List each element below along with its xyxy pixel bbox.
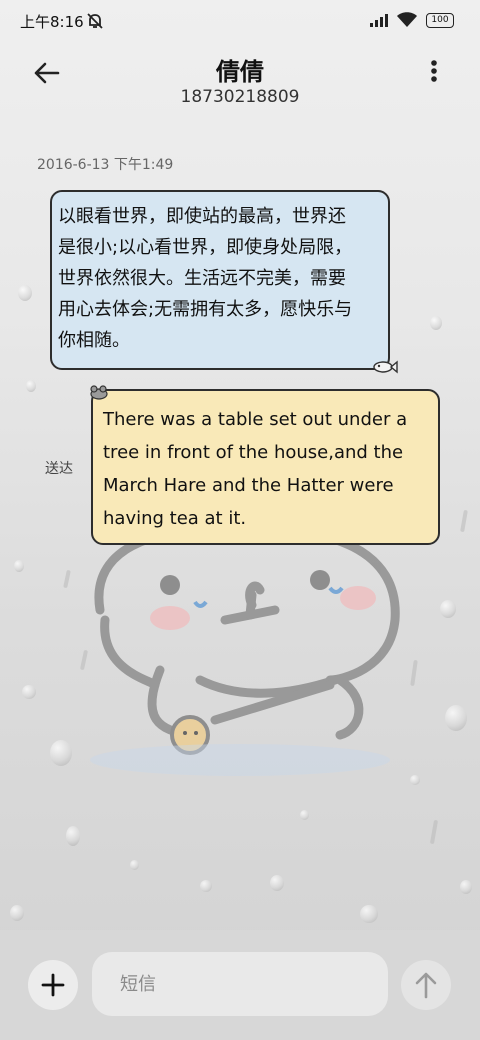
raindrop [440,600,456,618]
send-button[interactable] [401,960,451,1010]
battery-icon: 100 [426,13,454,28]
message-line: 用心去体会;无需拥有太多，愿快乐与 [58,299,353,320]
signal-icon [370,14,388,27]
fish-sticker-icon [373,360,398,374]
message-line: 以眼看世界，即使站的最高，世界还 [58,206,346,227]
message-line: March Hare and the Hatter were [103,475,394,496]
rain-streak [429,819,439,845]
raindrop [66,826,80,846]
contact-name: 倩倩 [216,58,264,86]
raindrop [300,810,309,820]
send-arrow-icon [415,972,437,999]
plus-icon [41,973,65,997]
message-timestamp: 2016-6-13 下午1:49 [37,157,174,173]
raindrop [270,875,284,891]
rain-streak [460,509,468,533]
more-vertical-icon[interactable] [420,56,448,86]
wifi-icon [397,12,417,27]
message-line: having tea at it. [103,508,247,529]
raindrop [430,316,442,330]
conversation-header: 倩倩 18730218809 [0,40,480,120]
status-time: 上午8:16 [20,13,84,31]
message-line: 你相随。 [58,330,130,351]
message-bubble-sent[interactable]: 以眼看世界，即使站的最高，世界还 是很小;以心看世界，即使身处局限， 世界依然很… [50,190,390,370]
message-line: 世界依然很大。生活远不完美，需要 [58,268,346,289]
raindrop [460,880,472,894]
message-composer [0,930,480,1040]
message-bubble-text[interactable]: There was a table set out under a tree i… [91,389,440,545]
raindrop [445,705,467,731]
raindrop [200,880,212,892]
raindrop [14,560,24,572]
message-line: tree in front of the house,and the [103,442,404,463]
mouse-sticker-icon [90,385,108,400]
delivery-status: 送达 [45,461,73,477]
raindrop [10,905,24,921]
raindrop [18,285,32,301]
message-line: There was a table set out under a [103,409,408,430]
add-attachment-button[interactable] [28,960,78,1010]
raindrop [360,905,378,923]
contact-phone-number: 18730218809 [180,87,300,107]
raindrop [130,860,139,870]
bell-muted-icon [87,13,103,29]
raindrop [22,685,36,699]
status-bar: 上午8:16 100 [0,0,480,40]
message-input[interactable] [92,952,388,1016]
message-line: 是很小;以心看世界，即使身处局限， [58,237,353,258]
raindrop [26,380,36,392]
